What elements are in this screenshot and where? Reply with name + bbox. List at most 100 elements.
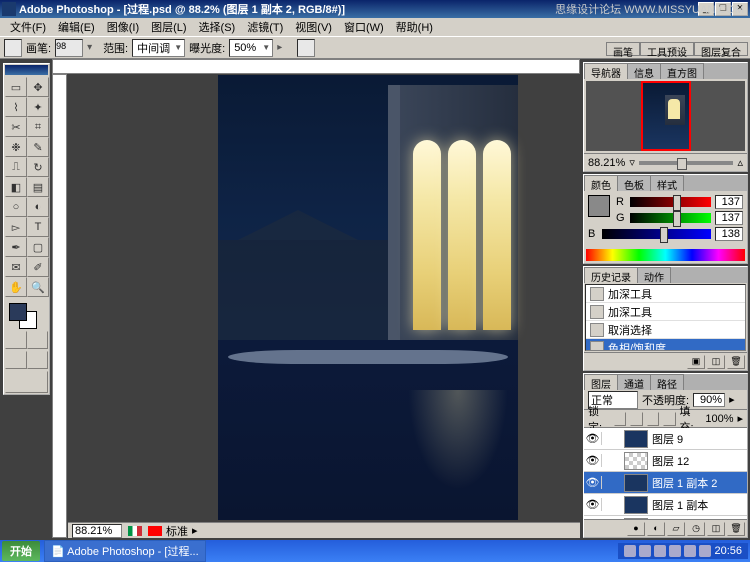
exposure-arrow-icon[interactable]: ▸: [277, 42, 289, 53]
eye-icon[interactable]: 👁: [584, 454, 602, 467]
layer-row[interactable]: 👁图层 1 副本: [584, 494, 747, 516]
menu-image[interactable]: 图像(I): [101, 17, 145, 37]
layer-thumbnail[interactable]: [624, 474, 648, 492]
stamp-tool[interactable]: ⎍: [5, 157, 27, 177]
slice-tool[interactable]: ⌗: [27, 117, 49, 137]
zoom-tool[interactable]: 🔍: [27, 277, 49, 297]
airbrush-icon[interactable]: [297, 39, 315, 57]
brush-tool[interactable]: ✎: [27, 137, 49, 157]
layer-row[interactable]: 👁图层 1 副本 2: [584, 472, 747, 494]
hand-tool[interactable]: ✋: [5, 277, 27, 297]
lock-image-icon[interactable]: [630, 412, 642, 426]
navigator-preview[interactable]: [586, 81, 745, 151]
menu-select[interactable]: 选择(S): [193, 17, 242, 37]
tab-history[interactable]: 历史记录: [584, 267, 638, 283]
tab-channels[interactable]: 通道: [617, 374, 651, 390]
layer-row[interactable]: 👁图层 12: [584, 450, 747, 472]
chevron-right-icon[interactable]: ▸: [737, 412, 743, 425]
heal-tool[interactable]: ❉: [5, 137, 27, 157]
tab-navigator[interactable]: 导航器: [584, 63, 628, 79]
screen-mode-1-icon[interactable]: [5, 351, 27, 369]
layer-mask-icon[interactable]: ◐: [647, 522, 665, 536]
standard-mode-icon[interactable]: [5, 331, 27, 349]
g-slider[interactable]: [630, 213, 711, 223]
history-item[interactable]: 加深工具: [586, 285, 745, 303]
history-item[interactable]: 色相/饱和度: [586, 339, 745, 351]
range-dropdown[interactable]: 中间调: [132, 39, 185, 57]
tab-paths[interactable]: 路径: [650, 374, 684, 390]
exposure-dropdown[interactable]: 50%: [229, 39, 273, 57]
menu-window[interactable]: 窗口(W): [338, 17, 390, 37]
fill-value[interactable]: 100%: [705, 413, 733, 425]
screen-mode-2-icon[interactable]: [27, 351, 49, 369]
tray-icon[interactable]: [684, 545, 696, 557]
eye-icon[interactable]: 👁: [584, 476, 602, 489]
gradient-tool[interactable]: ▤: [27, 177, 49, 197]
layer-thumbnail[interactable]: [624, 452, 648, 470]
menu-layer[interactable]: 图层(L): [145, 17, 192, 37]
b-value[interactable]: 138: [715, 227, 743, 241]
lock-all-icon[interactable]: [663, 412, 675, 426]
history-brush-tool[interactable]: ↻: [27, 157, 49, 177]
tray-icon[interactable]: [699, 545, 711, 557]
lock-position-icon[interactable]: [647, 412, 659, 426]
color-spectrum[interactable]: [586, 249, 745, 261]
document-canvas[interactable]: [218, 75, 518, 520]
r-value[interactable]: 137: [715, 195, 743, 209]
layer-thumbnail[interactable]: [624, 430, 648, 448]
tab-brushes[interactable]: 画笔: [606, 42, 640, 56]
tray-icon[interactable]: [669, 545, 681, 557]
new-snapshot-icon[interactable]: ▣: [687, 355, 705, 369]
trash-icon[interactable]: 🗑: [727, 355, 745, 369]
type-tool[interactable]: T: [27, 217, 49, 237]
tab-info[interactable]: 信息: [627, 63, 661, 79]
tray-icon[interactable]: [654, 545, 666, 557]
menu-edit[interactable]: 编辑(E): [52, 17, 101, 37]
toolbox-header[interactable]: [5, 65, 48, 75]
zoom-out-icon[interactable]: ▿: [629, 156, 635, 169]
tab-color[interactable]: 颜色: [584, 175, 618, 191]
new-document-icon[interactable]: ◫: [707, 355, 725, 369]
zoom-in-icon[interactable]: ▵: [737, 156, 743, 169]
dodge-tool[interactable]: ◐: [27, 197, 49, 217]
layer-row[interactable]: 👁图层 9: [584, 428, 747, 450]
path-tool[interactable]: ▻: [5, 217, 27, 237]
notes-tool[interactable]: ✉: [5, 257, 27, 277]
zoom-slider[interactable]: [639, 161, 734, 165]
eraser-tool[interactable]: ◧: [5, 177, 27, 197]
blur-tool[interactable]: ○: [5, 197, 27, 217]
lock-transparency-icon[interactable]: [614, 412, 626, 426]
eyedropper-tool[interactable]: ✐: [27, 257, 49, 277]
tab-layers[interactable]: 图层: [584, 374, 618, 390]
layer-style-icon[interactable]: ●: [627, 522, 645, 536]
navigator-zoom[interactable]: 88.21%: [588, 157, 625, 169]
trash-icon[interactable]: 🗑: [727, 522, 745, 536]
crop-tool[interactable]: ✂: [5, 117, 27, 137]
tool-preset-icon[interactable]: [4, 39, 22, 57]
brush-dropdown-icon[interactable]: ▾: [87, 42, 99, 53]
b-slider[interactable]: [602, 229, 711, 239]
tab-tool-presets[interactable]: 工具预设: [640, 42, 694, 56]
layer-thumbnail[interactable]: [624, 496, 648, 514]
wand-tool[interactable]: ✦: [27, 97, 49, 117]
chevron-right-icon[interactable]: ▸: [192, 524, 198, 537]
tab-layer-comps[interactable]: 图层复合: [694, 42, 748, 56]
tab-actions[interactable]: 动作: [637, 267, 671, 283]
zoom-field[interactable]: 88.21%: [72, 524, 122, 538]
r-slider[interactable]: [630, 197, 711, 207]
new-set-icon[interactable]: ▱: [667, 522, 685, 536]
shape-tool[interactable]: ▢: [27, 237, 49, 257]
tray-icon[interactable]: [624, 545, 636, 557]
menu-filter[interactable]: 滤镜(T): [241, 17, 289, 37]
g-value[interactable]: 137: [715, 211, 743, 225]
lasso-tool[interactable]: ⌇: [5, 97, 27, 117]
history-item[interactable]: 取消选择: [586, 321, 745, 339]
jump-to-icon[interactable]: [5, 371, 48, 393]
pen-tool[interactable]: ✒: [5, 237, 27, 257]
menu-help[interactable]: 帮助(H): [390, 17, 439, 37]
color-fg-swatch[interactable]: [588, 195, 610, 217]
move-tool[interactable]: ✥: [27, 77, 49, 97]
tray-icon[interactable]: [639, 545, 651, 557]
tab-styles[interactable]: 样式: [650, 175, 684, 191]
history-item[interactable]: 加深工具: [586, 303, 745, 321]
